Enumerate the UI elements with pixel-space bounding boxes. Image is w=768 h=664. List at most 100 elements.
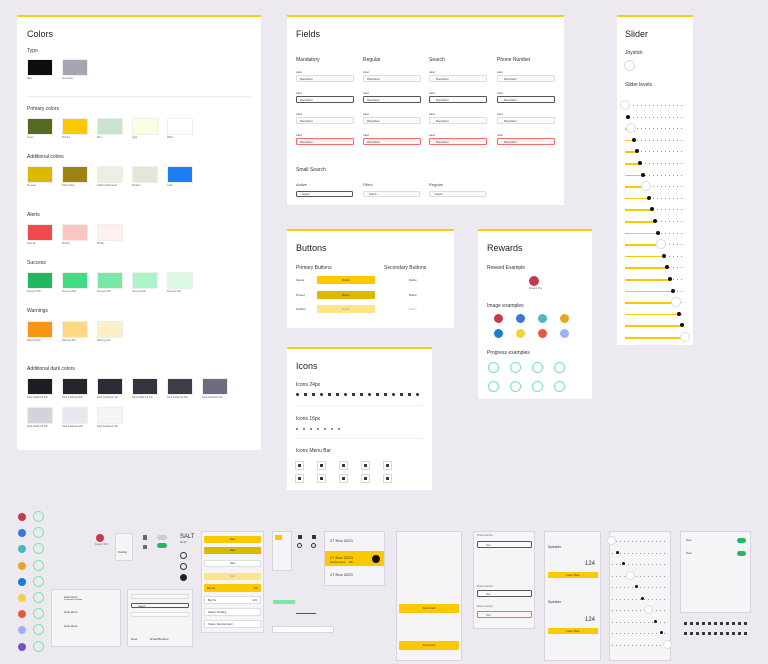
slider-handle[interactable] (638, 161, 642, 165)
buy-for-label: Buy for (208, 598, 217, 602)
ring-icon (33, 608, 44, 620)
mini-search-input-filled[interactable] (131, 612, 189, 617)
text-field[interactable]: Placeholder (296, 96, 354, 103)
slider-handle[interactable] (677, 311, 681, 316)
mini-sale-button[interactable]: Sale (204, 547, 261, 554)
slider-handle[interactable] (635, 149, 639, 154)
mini-text-field[interactable] (272, 626, 334, 633)
additional-label: Additional colors (27, 154, 64, 160)
phone-input[interactable]: Text (477, 590, 532, 597)
buy-for-button[interactable]: Buy for 124 (204, 584, 261, 592)
slider-fill (625, 255, 664, 258)
slider-handle[interactable] (668, 277, 672, 281)
send-cash-button[interactable]: Send Cash (399, 641, 459, 650)
small-search-filled[interactable]: Search (363, 191, 420, 197)
send-cash-button[interactable]: Send Cash (399, 604, 459, 613)
text-field[interactable]: Placeholder (363, 96, 421, 103)
learn-more-button[interactable]: Learn More (548, 628, 598, 634)
toggle-off[interactable] (157, 535, 167, 540)
ring-icon (33, 640, 44, 652)
slider-handle[interactable] (671, 288, 675, 293)
mini-slider-track (612, 541, 668, 542)
slider-handle[interactable] (653, 219, 657, 223)
slider-handle[interactable] (626, 114, 630, 119)
slider-knob[interactable] (641, 181, 651, 192)
primary-button-pressed[interactable]: Button (317, 291, 375, 299)
slider-knob[interactable] (626, 123, 636, 134)
slider-knob[interactable] (620, 100, 630, 110)
next-link[interactable]: Next (131, 637, 137, 641)
slider-handle[interactable] (632, 137, 636, 142)
slider-handle[interactable] (650, 207, 654, 212)
mini-next-button-disabled[interactable]: Next (204, 573, 261, 580)
mini-next-button[interactable]: Next (204, 536, 261, 543)
small-yellow-button[interactable] (275, 535, 282, 540)
slider-knob[interactable] (656, 239, 666, 250)
mini-slider-handle[interactable] (653, 619, 657, 623)
text-field[interactable]: Placeholder (429, 138, 487, 145)
slider-handle[interactable] (656, 230, 660, 235)
primary-button-regular[interactable]: Button (317, 276, 375, 284)
mini-slider-handle[interactable] (616, 550, 620, 554)
text-field[interactable]: Placeholder (363, 117, 421, 124)
radio-icon[interactable] (311, 543, 316, 548)
mini-slider-knob[interactable] (607, 536, 616, 545)
slider-handle[interactable] (680, 323, 684, 328)
text-field[interactable]: Placeholder (363, 138, 421, 145)
slider-handle[interactable] (662, 253, 666, 258)
radio-icon[interactable] (297, 543, 302, 548)
field-placeholder: Placeholder (504, 98, 517, 102)
joystick-knob[interactable] (624, 60, 635, 71)
slider-handle[interactable] (665, 265, 669, 270)
text-field[interactable]: Placeholder (363, 75, 421, 82)
text-field[interactable]: Placeholder (429, 96, 487, 103)
toggle-on[interactable] (737, 551, 746, 556)
mini-search-input-active[interactable]: Search (131, 603, 189, 608)
text-field[interactable]: Placeholder (497, 96, 555, 103)
mini-search-input[interactable] (131, 594, 189, 599)
small-search-regular[interactable]: Search (429, 191, 486, 197)
mini-slider-knob[interactable] (625, 570, 635, 580)
small-search-active[interactable]: Search (296, 191, 353, 197)
text-field[interactable]: Placeholder (429, 117, 487, 124)
text-field[interactable]: Placeholder (296, 117, 354, 124)
col-mandatory: Mandatory (296, 57, 320, 63)
phone-input[interactable]: Text (477, 541, 532, 548)
mini-slider-knob[interactable] (663, 639, 672, 649)
text-field[interactable]: Placeholder (497, 117, 555, 124)
mini-slider-handle[interactable] (659, 631, 663, 634)
mini-slider-handle[interactable] (634, 585, 638, 588)
secondary-button-regular[interactable]: Button (384, 276, 442, 284)
slider-handle[interactable] (641, 172, 645, 177)
field-placeholder: Placeholder (367, 98, 380, 102)
secondary-button-pressed[interactable]: Button (384, 291, 442, 299)
colors-title: Colors (27, 29, 54, 39)
learn-more-button[interactable]: Learn More (548, 572, 598, 578)
text-field[interactable]: Placeholder (296, 75, 354, 82)
buy-for-outline[interactable]: Buy for 124 (204, 596, 261, 604)
color-swatch (132, 166, 158, 183)
toggle-on[interactable] (737, 538, 746, 543)
email-buttons-label[interactable]: Email Buttons (150, 637, 169, 641)
primary-button-disabled[interactable]: Button (317, 305, 375, 313)
settings-icon (143, 545, 147, 549)
secondary-button-disabled[interactable]: Button (384, 305, 442, 313)
mini-slider-handle[interactable] (641, 596, 645, 600)
slider-levels-label: Slider levels (625, 82, 652, 88)
slider-handle[interactable] (647, 195, 651, 200)
text-field[interactable]: Placeholder (296, 138, 354, 145)
text-field[interactable]: Placeholder (429, 75, 487, 82)
arrow-icon[interactable] (372, 555, 380, 563)
toggle-on[interactable] (157, 543, 167, 548)
color-swatch (27, 118, 53, 135)
mini-next-button-light[interactable]: Next (204, 560, 261, 567)
slider-knob[interactable] (671, 297, 681, 308)
phone-input-error[interactable]: Text (477, 611, 532, 618)
plus-icon[interactable] (312, 535, 316, 539)
plus-icon[interactable] (298, 535, 302, 539)
text-field[interactable]: Placeholder (497, 138, 555, 145)
date-item-1: 27 Nov 2023 (330, 538, 353, 543)
slider-knob[interactable] (680, 332, 690, 342)
color-swatch (62, 321, 88, 338)
text-field[interactable]: Placeholder (497, 75, 555, 82)
